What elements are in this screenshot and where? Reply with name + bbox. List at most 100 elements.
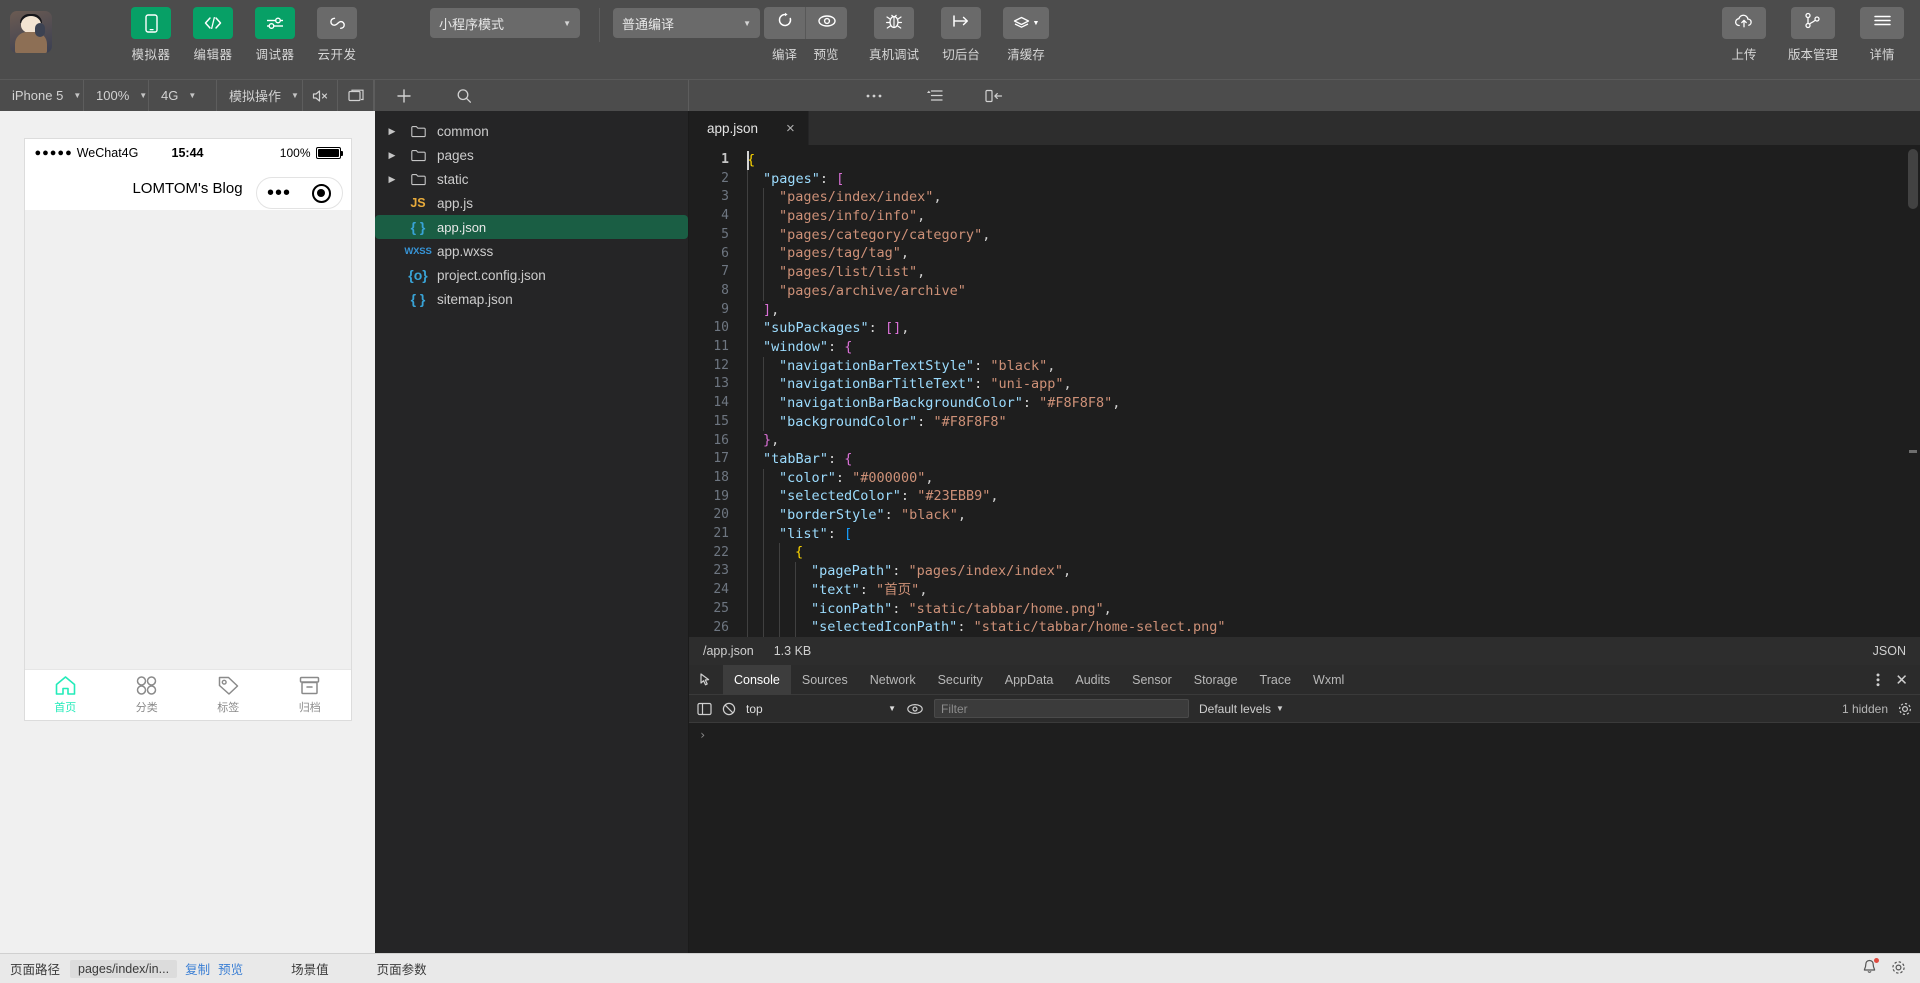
file-tree-item-app-json[interactable]: ▶{ }app.json: [375, 215, 688, 239]
code-content[interactable]: {"pages": ["pages/index/index", "pages/in…: [743, 145, 1920, 637]
code-viewport[interactable]: 1 2 3 4 5 6 7 8 9 10 11 12 13 14 15 16 17 18 19 20 21 22 23 24 2…: [689, 145, 1920, 638]
scene-value-label[interactable]: 场景值: [281, 954, 339, 983]
compile-button[interactable]: [764, 7, 805, 39]
file-tree-item-pages[interactable]: ▶ pages: [375, 143, 688, 167]
code-line[interactable]: "pages/info/info",: [743, 207, 1920, 226]
code-line[interactable]: "text": "首页",: [743, 580, 1920, 600]
code-line[interactable]: "navigationBarTitleText": "uni-app",: [743, 375, 1920, 394]
devtools-tab-storage[interactable]: Storage: [1183, 665, 1249, 695]
user-avatar[interactable]: [10, 11, 52, 53]
copy-link[interactable]: 复制: [185, 959, 210, 978]
console-context-select[interactable]: top ▼: [746, 702, 896, 716]
outline-icon[interactable]: [913, 89, 955, 102]
code-line[interactable]: "window": {: [743, 337, 1920, 357]
bell-icon[interactable]: [1862, 958, 1879, 978]
file-tree-item-static[interactable]: ▶ static: [375, 167, 688, 191]
devtools-tab-network[interactable]: Network: [859, 665, 927, 695]
console-output[interactable]: ›: [689, 723, 1920, 953]
chevron-right-icon[interactable]: ▶: [385, 126, 399, 137]
simulate-action-select[interactable]: 模拟操作 ▼: [217, 80, 303, 111]
code-line[interactable]: "selectedIconPath": "static/tabbar/home-…: [743, 618, 1920, 637]
target-icon[interactable]: [311, 183, 331, 203]
chevron-right-icon[interactable]: ▶: [385, 150, 399, 161]
realdevice-debug-button[interactable]: [874, 7, 914, 39]
code-line[interactable]: "pagePath": "pages/index/index",: [743, 562, 1920, 581]
code-line[interactable]: "pages/category/category",: [743, 225, 1920, 245]
code-line[interactable]: "borderStyle": "black",: [743, 506, 1920, 525]
background-switch-button[interactable]: [941, 7, 982, 39]
inspect-element-icon[interactable]: [689, 672, 723, 687]
code-line[interactable]: ],: [743, 300, 1920, 320]
code-line[interactable]: "navigationBarBackgroundColor": "#F8F8F8…: [743, 393, 1920, 413]
toolbar-button-debugger[interactable]: 调试器: [244, 7, 306, 63]
toolbar-button-editor[interactable]: 编辑器: [182, 7, 244, 63]
toolbar-button-simulator[interactable]: 模拟器: [120, 7, 182, 63]
preview-link[interactable]: 预览: [218, 959, 243, 978]
code-line[interactable]: "pages/archive/archive": [743, 281, 1920, 301]
devtools-tab-audits[interactable]: Audits: [1064, 665, 1121, 695]
console-eye-icon[interactable]: [906, 703, 924, 715]
code-line[interactable]: {: [743, 543, 1920, 563]
capsule-button[interactable]: •••: [255, 177, 343, 209]
gear-icon[interactable]: [1891, 960, 1906, 978]
console-sidebar-icon[interactable]: [697, 702, 712, 716]
devtools-tab-sources[interactable]: Sources: [791, 665, 859, 695]
code-line[interactable]: "list": [: [743, 524, 1920, 544]
code-line[interactable]: "navigationBarTextStyle": "black",: [743, 356, 1920, 376]
console-filter-input[interactable]: Filter: [934, 699, 1189, 719]
code-line[interactable]: "pages": [: [743, 169, 1920, 189]
plus-icon[interactable]: [383, 88, 425, 104]
code-line[interactable]: "iconPath": "static/tabbar/home.png",: [743, 599, 1920, 619]
code-line[interactable]: "subPackages": [],: [743, 319, 1920, 338]
split-editor-icon[interactable]: [973, 89, 1015, 103]
clear-cache-button[interactable]: ▼: [1003, 7, 1050, 39]
devtools-menu-icon[interactable]: •••: [1863, 673, 1891, 688]
close-icon[interactable]: ×: [786, 121, 795, 136]
devtools-tab-security[interactable]: Security: [927, 665, 994, 695]
devtools-tab-console[interactable]: Console: [723, 664, 791, 695]
compile-select[interactable]: 普通编译 ▼: [613, 8, 760, 38]
device-select[interactable]: iPhone 5 ▼: [0, 80, 84, 111]
mode-select[interactable]: 小程序模式 ▼: [430, 8, 580, 38]
code-line[interactable]: "tabBar": {: [743, 450, 1920, 469]
preview-button[interactable]: [806, 7, 847, 39]
clear-console-icon[interactable]: [722, 702, 736, 716]
editor-language[interactable]: JSON: [1873, 644, 1906, 658]
editor-scrollbar[interactable]: [1908, 149, 1918, 209]
file-tree-item-sitemap-json[interactable]: ▶{ }sitemap.json: [375, 287, 688, 311]
devtools-tab-sensor[interactable]: Sensor: [1121, 665, 1183, 695]
file-tree-item-app-js[interactable]: ▶JSapp.js: [375, 191, 688, 215]
tabbar-item-tag[interactable]: 标签: [188, 670, 270, 720]
code-line[interactable]: "backgroundColor": "#F8F8F8": [743, 412, 1920, 432]
tabbar-item-category[interactable]: 分类: [106, 670, 188, 720]
code-line[interactable]: "selectedColor": "#23EBB9",: [743, 487, 1920, 507]
toolbar-button-clouddev[interactable]: 云开发: [306, 7, 368, 63]
capsule-more-icon[interactable]: •••: [267, 183, 291, 203]
chevron-right-icon[interactable]: ▶: [385, 174, 399, 185]
tabbar-item-archive[interactable]: 归档: [269, 670, 351, 720]
file-tree-item-app-wxss[interactable]: ▶WXSSapp.wxss: [375, 239, 688, 263]
network-select[interactable]: 4G ▼: [149, 80, 217, 111]
file-tree-item-common[interactable]: ▶ common: [375, 119, 688, 143]
more-icon[interactable]: [853, 93, 895, 99]
upload-button[interactable]: [1721, 7, 1766, 39]
editor-tab-appjson[interactable]: app.json ×: [689, 111, 809, 145]
console-levels-select[interactable]: Default levels ▼: [1199, 702, 1284, 716]
devtools-close-icon[interactable]: ✕: [1895, 671, 1912, 689]
version-control-button[interactable]: [1790, 7, 1835, 39]
tabbar-item-home[interactable]: 首页: [25, 670, 107, 720]
code-line[interactable]: {: [743, 151, 1920, 170]
zoom-select[interactable]: 100% ▼: [84, 80, 149, 111]
code-line[interactable]: "pages/tag/tag",: [743, 244, 1920, 264]
details-button[interactable]: [1860, 7, 1904, 39]
mute-icon[interactable]: [303, 80, 339, 111]
code-line[interactable]: "color": "#000000",: [743, 468, 1920, 488]
page-path-value[interactable]: pages/index/in...: [70, 959, 178, 978]
code-line[interactable]: "pages/index/index",: [743, 188, 1920, 208]
devtools-tab-trace[interactable]: Trace: [1249, 665, 1303, 695]
page-params-label[interactable]: 页面参数: [367, 954, 437, 983]
file-tree-item-project-config-json[interactable]: ▶{o}project.config.json: [375, 263, 688, 287]
devtools-tab-appdata[interactable]: AppData: [994, 665, 1065, 695]
code-line[interactable]: },: [743, 431, 1920, 450]
devtools-tab-wxml[interactable]: Wxml: [1302, 665, 1355, 695]
